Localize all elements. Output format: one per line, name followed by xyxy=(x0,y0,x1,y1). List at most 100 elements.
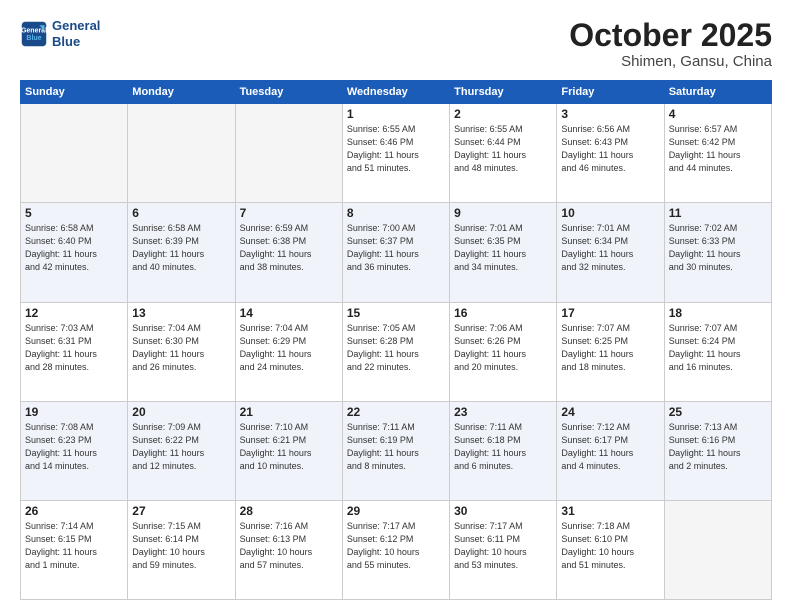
day-info: Sunrise: 6:57 AM Sunset: 6:42 PM Dayligh… xyxy=(669,123,767,175)
calendar-cell: 19Sunrise: 7:08 AM Sunset: 6:23 PM Dayli… xyxy=(21,401,128,500)
calendar-cell: 22Sunrise: 7:11 AM Sunset: 6:19 PM Dayli… xyxy=(342,401,449,500)
day-number: 11 xyxy=(669,206,767,220)
day-number: 6 xyxy=(132,206,230,220)
day-info: Sunrise: 6:56 AM Sunset: 6:43 PM Dayligh… xyxy=(561,123,659,175)
day-info: Sunrise: 7:15 AM Sunset: 6:14 PM Dayligh… xyxy=(132,520,230,572)
calendar-cell: 26Sunrise: 7:14 AM Sunset: 6:15 PM Dayli… xyxy=(21,500,128,599)
calendar-cell: 21 Sunrise: 7:10 AM Sunset: 6:21 PM Dayli… xyxy=(235,401,342,500)
day-number: 4 xyxy=(669,107,767,121)
day-number: 25 xyxy=(669,405,767,419)
day-info: Sunrise: 7:10 AM Sunset: 6:21 PM Dayligh… xyxy=(240,421,338,473)
day-info: Sunrise: 7:07 AM Sunset: 6:24 PM Dayligh… xyxy=(669,322,767,374)
calendar-cell: 28 Sunrise: 7:16 AM Sunset: 6:13 PM Dayli… xyxy=(235,500,342,599)
logo-icon: General Blue xyxy=(20,20,48,48)
calendar-cell: 24 Sunrise: 7:12 AM Sunset: 6:17 PM Dayli… xyxy=(557,401,664,500)
calendar-cell xyxy=(21,104,128,203)
page: General Blue General Blue October 2025 S… xyxy=(0,0,792,612)
day-number: 29 xyxy=(347,504,445,518)
logo-text-general: General xyxy=(52,18,100,34)
calendar-cell: 31Sunrise: 7:18 AM Sunset: 6:10 PM Dayli… xyxy=(557,500,664,599)
calendar-cell: 7 Sunrise: 6:59 AM Sunset: 6:38 PM Daylig… xyxy=(235,203,342,302)
day-info: Sunrise: 7:00 AM Sunset: 6:37 PM Dayligh… xyxy=(347,222,445,274)
day-info: Sunrise: 7:09 AM Sunset: 6:22 PM Dayligh… xyxy=(132,421,230,473)
month-title: October 2025 xyxy=(569,18,772,53)
day-number: 20 xyxy=(132,405,230,419)
calendar-cell: 6 Sunrise: 6:58 AM Sunset: 6:39 PM Daylig… xyxy=(128,203,235,302)
calendar-table: SundayMondayTuesdayWednesdayThursdayFrid… xyxy=(20,80,772,600)
day-info: Sunrise: 7:07 AM Sunset: 6:25 PM Dayligh… xyxy=(561,322,659,374)
calendar-cell: 8 Sunrise: 7:00 AM Sunset: 6:37 PM Daylig… xyxy=(342,203,449,302)
calendar-cell: 10Sunrise: 7:01 AM Sunset: 6:34 PM Dayli… xyxy=(557,203,664,302)
calendar-cell: 1 Sunrise: 6:55 AM Sunset: 6:46 PM Daylig… xyxy=(342,104,449,203)
header: General Blue General Blue October 2025 S… xyxy=(20,18,772,70)
calendar-cell: 17Sunrise: 7:07 AM Sunset: 6:25 PM Dayli… xyxy=(557,302,664,401)
day-info: Sunrise: 7:03 AM Sunset: 6:31 PM Dayligh… xyxy=(25,322,123,374)
day-info: Sunrise: 7:12 AM Sunset: 6:17 PM Dayligh… xyxy=(561,421,659,473)
calendar-cell: 9 Sunrise: 7:01 AM Sunset: 6:35 PM Daylig… xyxy=(450,203,557,302)
day-number: 1 xyxy=(347,107,445,121)
calendar-cell: 11Sunrise: 7:02 AM Sunset: 6:33 PM Dayli… xyxy=(664,203,771,302)
calendar-cell: 14Sunrise: 7:04 AM Sunset: 6:29 PM Dayli… xyxy=(235,302,342,401)
day-number: 5 xyxy=(25,206,123,220)
weekday-header-saturday: Saturday xyxy=(664,81,771,104)
calendar-cell: 25 Sunrise: 7:13 AM Sunset: 6:16 PM Dayli… xyxy=(664,401,771,500)
weekday-header-row: SundayMondayTuesdayWednesdayThursdayFrid… xyxy=(21,81,772,104)
calendar-cell xyxy=(128,104,235,203)
day-info: Sunrise: 7:01 AM Sunset: 6:35 PM Dayligh… xyxy=(454,222,552,274)
day-info: Sunrise: 7:04 AM Sunset: 6:30 PM Dayligh… xyxy=(132,322,230,374)
day-number: 23 xyxy=(454,405,552,419)
day-number: 9 xyxy=(454,206,552,220)
calendar-cell xyxy=(664,500,771,599)
day-number: 18 xyxy=(669,306,767,320)
calendar-cell: 23 Sunrise: 7:11 AM Sunset: 6:18 PM Dayli… xyxy=(450,401,557,500)
day-info: Sunrise: 7:16 AM Sunset: 6:13 PM Dayligh… xyxy=(240,520,338,572)
day-number: 8 xyxy=(347,206,445,220)
day-info: Sunrise: 6:59 AM Sunset: 6:38 PM Dayligh… xyxy=(240,222,338,274)
day-number: 24 xyxy=(561,405,659,419)
day-info: Sunrise: 7:05 AM Sunset: 6:28 PM Dayligh… xyxy=(347,322,445,374)
title-block: October 2025 Shimen, Gansu, China xyxy=(569,18,772,70)
day-info: Sunrise: 7:17 AM Sunset: 6:11 PM Dayligh… xyxy=(454,520,552,572)
calendar-cell: 15Sunrise: 7:05 AM Sunset: 6:28 PM Dayli… xyxy=(342,302,449,401)
day-number: 13 xyxy=(132,306,230,320)
day-number: 28 xyxy=(240,504,338,518)
day-number: 3 xyxy=(561,107,659,121)
logo-text-blue: Blue xyxy=(52,34,100,50)
day-number: 16 xyxy=(454,306,552,320)
day-info: Sunrise: 7:11 AM Sunset: 6:18 PM Dayligh… xyxy=(454,421,552,473)
calendar-cell: 16Sunrise: 7:06 AM Sunset: 6:26 PM Dayli… xyxy=(450,302,557,401)
location: Shimen, Gansu, China xyxy=(569,53,772,70)
day-number: 19 xyxy=(25,405,123,419)
day-number: 21 xyxy=(240,405,338,419)
logo: General Blue General Blue xyxy=(20,18,100,49)
day-info: Sunrise: 7:14 AM Sunset: 6:15 PM Dayligh… xyxy=(25,520,123,572)
calendar-week-row: 19Sunrise: 7:08 AM Sunset: 6:23 PM Dayli… xyxy=(21,401,772,500)
day-info: Sunrise: 6:58 AM Sunset: 6:39 PM Dayligh… xyxy=(132,222,230,274)
day-number: 31 xyxy=(561,504,659,518)
weekday-header-sunday: Sunday xyxy=(21,81,128,104)
weekday-header-friday: Friday xyxy=(557,81,664,104)
day-number: 12 xyxy=(25,306,123,320)
day-info: Sunrise: 7:17 AM Sunset: 6:12 PM Dayligh… xyxy=(347,520,445,572)
day-info: Sunrise: 6:55 AM Sunset: 6:46 PM Dayligh… xyxy=(347,123,445,175)
calendar-cell xyxy=(235,104,342,203)
calendar-cell: 2Sunrise: 6:55 AM Sunset: 6:44 PM Daylig… xyxy=(450,104,557,203)
calendar-cell: 20 Sunrise: 7:09 AM Sunset: 6:22 PM Dayli… xyxy=(128,401,235,500)
calendar-cell: 5Sunrise: 6:58 AM Sunset: 6:40 PM Daylig… xyxy=(21,203,128,302)
calendar-cell: 18 Sunrise: 7:07 AM Sunset: 6:24 PM Dayli… xyxy=(664,302,771,401)
day-number: 7 xyxy=(240,206,338,220)
day-info: Sunrise: 6:55 AM Sunset: 6:44 PM Dayligh… xyxy=(454,123,552,175)
svg-text:Blue: Blue xyxy=(26,35,41,42)
weekday-header-thursday: Thursday xyxy=(450,81,557,104)
day-number: 27 xyxy=(132,504,230,518)
weekday-header-monday: Monday xyxy=(128,81,235,104)
day-number: 30 xyxy=(454,504,552,518)
calendar-cell: 4 Sunrise: 6:57 AM Sunset: 6:42 PM Daylig… xyxy=(664,104,771,203)
day-info: Sunrise: 7:13 AM Sunset: 6:16 PM Dayligh… xyxy=(669,421,767,473)
calendar-week-row: 1 Sunrise: 6:55 AM Sunset: 6:46 PM Daylig… xyxy=(21,104,772,203)
calendar-cell: 12 Sunrise: 7:03 AM Sunset: 6:31 PM Dayli… xyxy=(21,302,128,401)
day-number: 22 xyxy=(347,405,445,419)
day-number: 10 xyxy=(561,206,659,220)
calendar-cell: 3 Sunrise: 6:56 AM Sunset: 6:43 PM Daylig… xyxy=(557,104,664,203)
calendar-cell: 29 Sunrise: 7:17 AM Sunset: 6:12 PM Dayli… xyxy=(342,500,449,599)
